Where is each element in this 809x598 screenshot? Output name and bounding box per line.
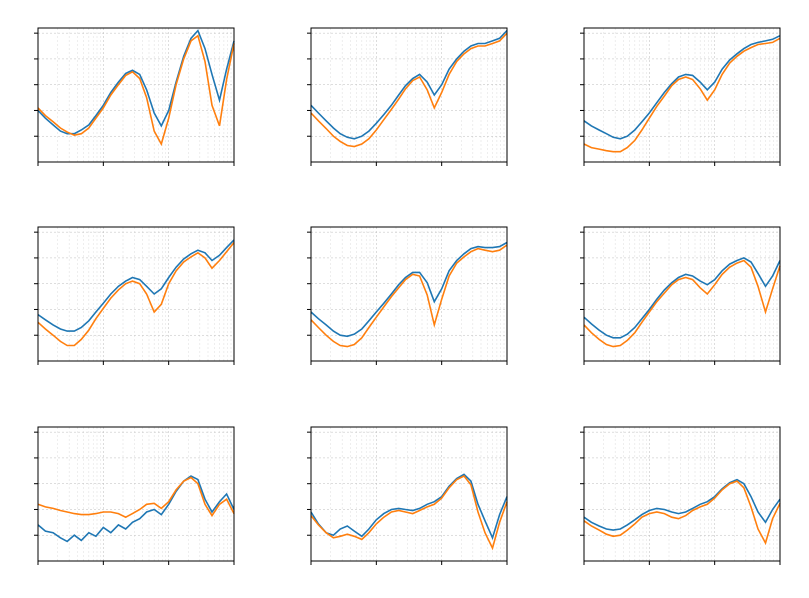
panel-6 xyxy=(10,419,253,588)
panel-8 xyxy=(556,419,799,588)
series-orange xyxy=(311,476,507,548)
panel-4 xyxy=(283,219,526,388)
panel-1 xyxy=(283,20,526,189)
series-orange xyxy=(38,36,234,144)
chart-panel-8 xyxy=(556,419,786,579)
series-blue xyxy=(38,476,234,541)
panel-3 xyxy=(10,219,253,388)
panel-2 xyxy=(556,20,799,189)
series-orange xyxy=(311,33,507,146)
panel-0 xyxy=(10,20,253,189)
series-blue xyxy=(584,36,780,139)
chart-panel-3 xyxy=(10,219,240,379)
chart-panel-1 xyxy=(283,20,513,180)
panel-7 xyxy=(283,419,526,588)
series-blue xyxy=(38,31,234,134)
series-blue xyxy=(584,258,780,338)
chart-panel-5 xyxy=(556,219,786,379)
chart-panel-4 xyxy=(283,219,513,379)
series-blue xyxy=(38,240,234,331)
chart-panel-7 xyxy=(283,419,513,579)
series-blue xyxy=(311,243,507,337)
series-orange xyxy=(584,38,780,151)
series-orange xyxy=(584,261,780,347)
panel-5 xyxy=(556,219,799,388)
chart-panel-6 xyxy=(10,419,240,579)
chart-panel-0 xyxy=(10,20,240,180)
series-orange xyxy=(311,245,507,347)
chart-grid xyxy=(0,0,809,598)
chart-panel-2 xyxy=(556,20,786,180)
